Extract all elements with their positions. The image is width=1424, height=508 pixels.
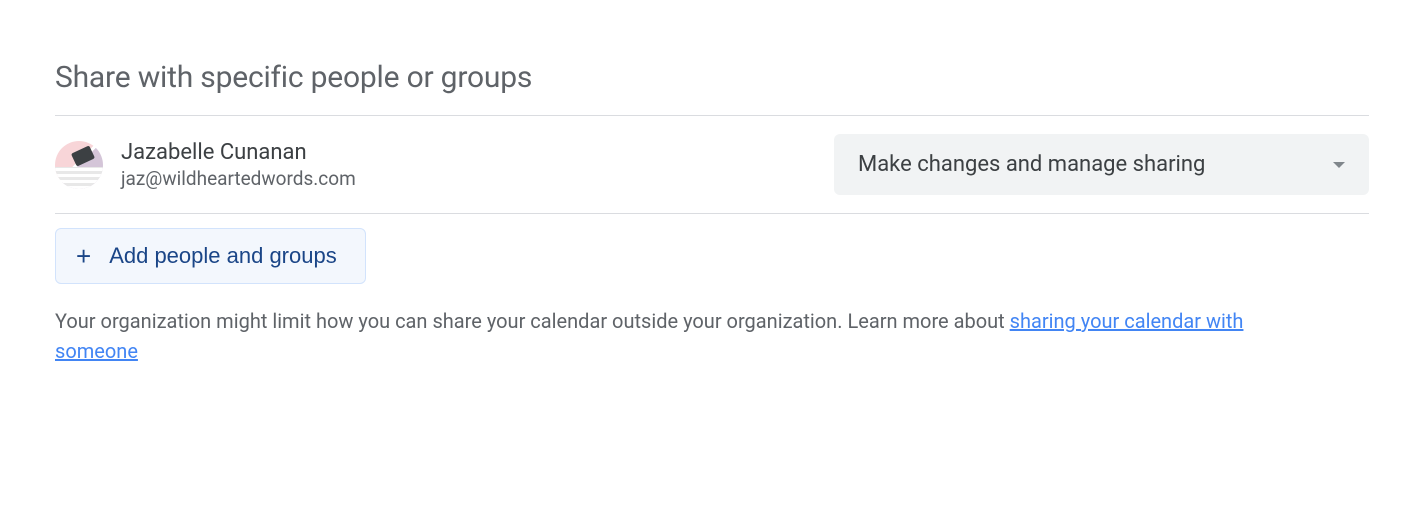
add-button-label: Add people and groups [109, 243, 337, 269]
section-title: Share with specific people or groups [55, 60, 1369, 95]
person-email: jaz@wildheartedwords.com [121, 167, 816, 190]
add-people-button[interactable]: + Add people and groups [55, 228, 366, 284]
chevron-down-icon [1333, 162, 1345, 168]
divider-bottom [55, 213, 1369, 214]
permission-label: Make changes and manage sharing [858, 152, 1205, 177]
info-text-body: Your organization might limit how you ca… [55, 309, 1010, 333]
info-text: Your organization might limit how you ca… [55, 306, 1255, 366]
person-row: Jazabelle Cunanan jaz@wildheartedwords.c… [55, 116, 1369, 213]
plus-icon: + [76, 243, 91, 269]
person-info: Jazabelle Cunanan jaz@wildheartedwords.c… [121, 140, 816, 190]
permission-select[interactable]: Make changes and manage sharing [834, 134, 1369, 195]
person-name: Jazabelle Cunanan [121, 140, 816, 165]
avatar [55, 141, 103, 189]
